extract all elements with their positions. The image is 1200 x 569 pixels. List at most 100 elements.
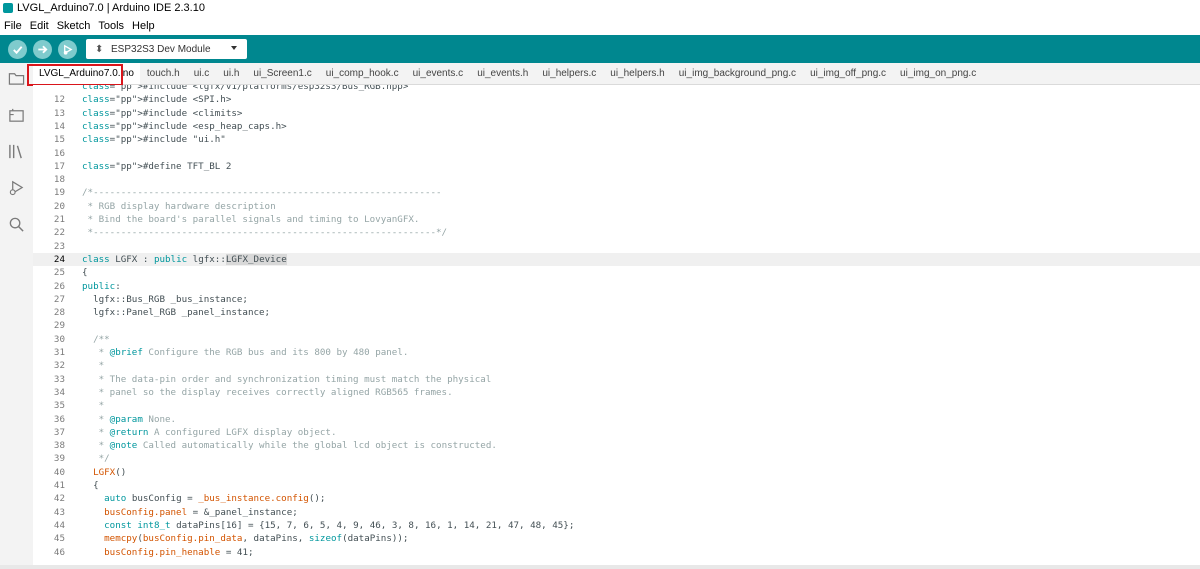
- code-line[interactable]: 33 * The data-pin order and synchronizat…: [33, 373, 1200, 386]
- code-line[interactable]: 12 class="pp">#include <SPI.h>: [33, 93, 1200, 106]
- menu-file[interactable]: File: [0, 20, 26, 32]
- code-line[interactable]: 26 public:: [33, 280, 1200, 293]
- tab-1[interactable]: touch.h: [140, 63, 187, 84]
- line-number: 27: [53, 293, 65, 305]
- code-line[interactable]: 46 busConfig.pin_henable = 41;: [33, 546, 1200, 559]
- line-number: 12: [53, 94, 65, 106]
- file-tabs: LVGL_Arduino7.0.ino touch.h ui.c ui.h ui_Scr…: [33, 63, 1200, 85]
- menu-sketch[interactable]: Sketch: [53, 20, 95, 32]
- board-selector[interactable]: ⬍ ESP32S3 Dev Module: [86, 39, 247, 59]
- code-line[interactable]: 19 /*------------------------------------…: [33, 186, 1200, 199]
- menu-help[interactable]: Help: [128, 20, 159, 32]
- tab-10[interactable]: ui_img_background_png.c: [672, 63, 803, 84]
- tab-8[interactable]: ui_helpers.c: [535, 63, 603, 84]
- line-number: 20: [53, 200, 65, 212]
- code-line[interactable]: 30 /**: [33, 333, 1200, 346]
- debug-button[interactable]: [58, 39, 77, 59]
- code-line[interactable]: class="pp">#include <lgfx/v1/platforms/e…: [33, 85, 1200, 93]
- code-line[interactable]: 23: [33, 240, 1200, 253]
- code-line[interactable]: 31 * @brief Configure the RGB bus and it…: [33, 346, 1200, 359]
- code-text: class="pp">#define TFT_BL 2: [82, 160, 232, 172]
- code-text: class="pp">#include <climits>: [82, 107, 243, 119]
- line-number: 25: [53, 267, 65, 279]
- code-line[interactable]: 35 *: [33, 399, 1200, 412]
- tab-3[interactable]: ui.h: [216, 63, 246, 84]
- code-editor[interactable]: class="pp">#include <lgfx/v1/platforms/e…: [33, 85, 1200, 569]
- verify-button[interactable]: [8, 39, 27, 59]
- search-icon[interactable]: [8, 216, 25, 233]
- code-text: const int8_t dataPins[16] = {15, 7, 6, 5…: [104, 519, 575, 531]
- code-text: * The data-pin order and synchronization…: [82, 373, 492, 385]
- debug-icon: [63, 44, 73, 55]
- code-line[interactable]: 45 memcpy(busConfig.pin_data, dataPins, …: [33, 532, 1200, 545]
- code-text: LGFX(): [93, 466, 127, 478]
- chevron-down-icon: [231, 46, 237, 50]
- code-line[interactable]: 38 * @note Called automatically while th…: [33, 439, 1200, 452]
- tab-11[interactable]: ui_img_off_png.c: [803, 63, 893, 84]
- code-line[interactable]: 27 lgfx::Bus_RGB _bus_instance;: [33, 293, 1200, 306]
- line-number: 24: [53, 253, 65, 265]
- line-number: 43: [53, 506, 65, 518]
- code-line[interactable]: 29: [33, 319, 1200, 332]
- code-text: * RGB display hardware description: [82, 200, 276, 212]
- code-text: class LGFX : public lgfx::LGFX_Device: [82, 253, 287, 265]
- folder-icon[interactable]: [8, 70, 25, 87]
- code-line[interactable]: 28 lgfx::Panel_RGB _panel_instance;: [33, 306, 1200, 319]
- tab-5[interactable]: ui_comp_hook.c: [319, 63, 406, 84]
- upload-button[interactable]: [33, 39, 52, 59]
- code-line[interactable]: 25 {: [33, 266, 1200, 279]
- line-number: 22: [53, 227, 65, 239]
- tab-2[interactable]: ui.c: [187, 63, 217, 84]
- line-number: 41: [53, 480, 65, 491]
- code-line[interactable]: 37 * @return A configured LGFX display o…: [33, 426, 1200, 439]
- tab-0[interactable]: LVGL_Arduino7.0.ino: [33, 63, 140, 84]
- tab-4[interactable]: ui_Screen1.c: [246, 63, 318, 84]
- line-number: 13: [53, 107, 65, 119]
- code-text: lgfx::Bus_RGB _bus_instance;: [82, 293, 248, 305]
- code-line[interactable]: 16: [33, 147, 1200, 160]
- boards-icon[interactable]: [8, 107, 25, 124]
- tab-12[interactable]: ui_img_on_png.c: [893, 63, 983, 84]
- line-number: 45: [53, 533, 65, 545]
- code-line[interactable]: 42 auto busConfig = _bus_instance.config…: [33, 492, 1200, 505]
- line-number: 31: [53, 347, 65, 358]
- code-line[interactable]: 24 class LGFX : public lgfx::LGFX_Device: [33, 252, 1200, 267]
- code-line[interactable]: 41 {: [33, 479, 1200, 492]
- code-text: lgfx::Panel_RGB _panel_instance;: [82, 307, 271, 319]
- menu-tools[interactable]: Tools: [94, 20, 128, 32]
- code-line[interactable]: 13 class="pp">#include <climits>: [33, 107, 1200, 120]
- debug-panel-icon[interactable]: [8, 179, 25, 196]
- code-line[interactable]: 21 * Bind the board's parallel signals a…: [33, 213, 1200, 226]
- line-number: 36: [53, 413, 65, 425]
- code-line[interactable]: 15 class="pp">#include "ui.h": [33, 133, 1200, 146]
- code-line[interactable]: 44 const int8_t dataPins[16] = {15, 7, 6…: [33, 519, 1200, 532]
- code-line[interactable]: 22 *------------------------------------…: [33, 226, 1200, 239]
- code-line[interactable]: 40 LGFX(): [33, 466, 1200, 479]
- code-text: class="pp">#include <SPI.h>: [82, 94, 232, 106]
- toolbar: ⬍ ESP32S3 Dev Module: [0, 35, 1200, 63]
- code-line[interactable]: 14 class="pp">#include <esp_heap_caps.h>: [33, 120, 1200, 133]
- code-text: public:: [82, 280, 121, 292]
- code-line[interactable]: 39 */: [33, 452, 1200, 465]
- menu-edit[interactable]: Edit: [26, 20, 53, 32]
- code-line[interactable]: 17 class="pp">#define TFT_BL 2: [33, 160, 1200, 173]
- verify-icon: [13, 45, 23, 54]
- line-number: 30: [53, 333, 65, 345]
- arduino-app-icon: [3, 3, 13, 13]
- line-number: 35: [53, 400, 65, 412]
- tab-6[interactable]: ui_events.c: [406, 63, 471, 84]
- code-text: * Bind the board's parallel signals and …: [82, 214, 420, 225]
- code-text: *: [82, 360, 105, 372]
- line-number: 38: [53, 440, 65, 452]
- tab-9[interactable]: ui_helpers.h: [603, 63, 671, 84]
- library-icon[interactable]: [8, 143, 25, 160]
- code-text: class="pp">#include "ui.h": [82, 134, 226, 146]
- code-line[interactable]: 20 * RGB display hardware description: [33, 200, 1200, 213]
- code-line[interactable]: 18: [33, 173, 1200, 186]
- code-line[interactable]: 43 busConfig.panel = &_panel_instance;: [33, 506, 1200, 519]
- code-line[interactable]: 32 *: [33, 359, 1200, 372]
- code-line[interactable]: 34 * panel so the display receives corre…: [33, 386, 1200, 399]
- code-line[interactable]: 36 * @param None.: [33, 413, 1200, 426]
- tab-7[interactable]: ui_events.h: [470, 63, 535, 84]
- line-number: 15: [53, 134, 65, 146]
